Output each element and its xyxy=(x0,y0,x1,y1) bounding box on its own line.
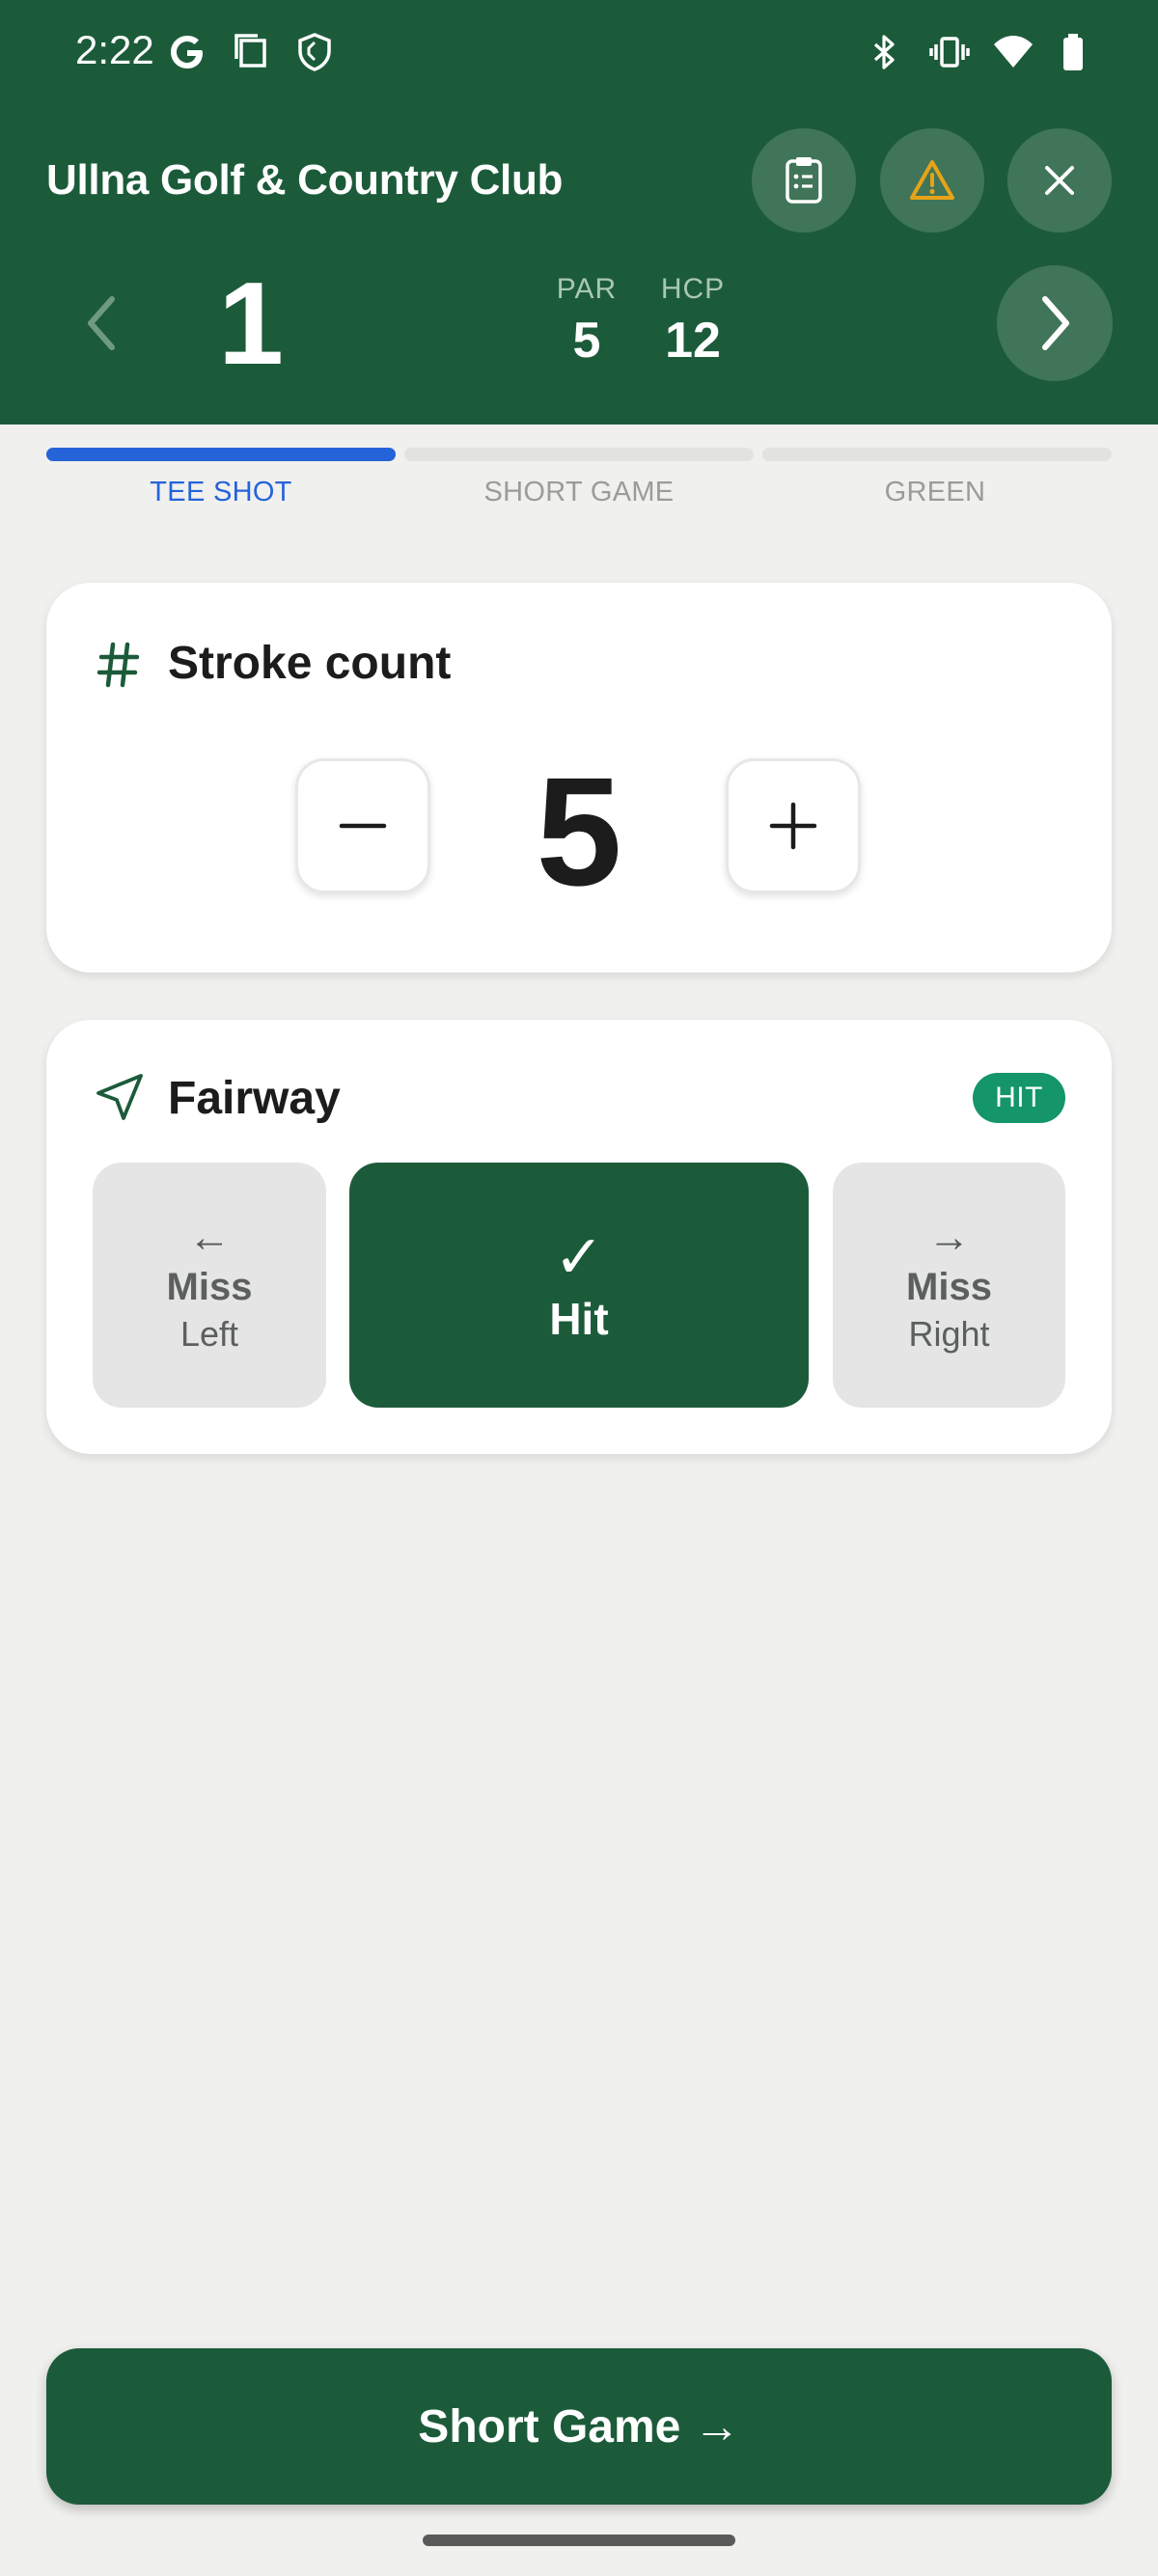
progress-fill xyxy=(46,448,396,461)
check-icon: ✓ xyxy=(554,1224,604,1291)
hcp-label: HCP xyxy=(660,273,726,305)
vibrate-icon xyxy=(928,29,971,75)
fairway-card: Fairway HIT ← Miss Left ✓ Hit → Miss Rig… xyxy=(46,1020,1112,1454)
status-time: 2:22 xyxy=(75,27,154,72)
par-label: PAR xyxy=(556,273,618,305)
plus-icon xyxy=(769,802,817,850)
close-button[interactable] xyxy=(1007,128,1112,233)
previous-hole-button[interactable] xyxy=(73,288,131,359)
report-issue-button[interactable] xyxy=(880,128,984,233)
step-green[interactable]: GREEN xyxy=(761,477,1109,508)
hash-icon xyxy=(96,642,140,688)
hit-button[interactable]: ✓ Hit xyxy=(349,1163,809,1408)
progress-segment-tee-shot xyxy=(46,448,396,461)
home-indicator[interactable] xyxy=(423,2535,735,2546)
par-stat: PAR 5 xyxy=(548,268,625,370)
miss-right-sub-label: Right xyxy=(908,1314,990,1354)
navigation-arrow-icon xyxy=(96,1074,143,1120)
shield-icon xyxy=(293,29,336,75)
decrease-strokes-button[interactable] xyxy=(295,758,430,893)
bluetooth-icon xyxy=(863,29,905,75)
stroke-count-title: Stroke count xyxy=(168,638,452,689)
header: 2:22 Ullna Golf & Country Club 1 PAR 5 H… xyxy=(0,0,1158,425)
next-hole-button[interactable] xyxy=(997,265,1113,381)
miss-left-sub-label: Left xyxy=(179,1314,239,1354)
progress-segment-short-game xyxy=(404,448,754,461)
hcp-value: 12 xyxy=(665,313,721,369)
close-icon xyxy=(1045,166,1074,195)
status-bar: 2:22 xyxy=(0,0,1158,106)
screen-icon xyxy=(230,29,272,75)
par-value: 5 xyxy=(572,313,601,369)
battery-icon xyxy=(1052,29,1094,75)
hole-number: 1 xyxy=(218,258,284,389)
google-icon xyxy=(166,29,208,75)
miss-left-label: Miss xyxy=(166,1266,253,1308)
progress-segment-green xyxy=(762,448,1112,461)
scorecard-icon xyxy=(786,157,822,204)
minus-icon xyxy=(339,823,387,829)
stroke-count-value: 5 xyxy=(536,745,622,918)
miss-right-button[interactable]: → Miss Right xyxy=(833,1163,1065,1408)
step-tee-shot[interactable]: TEE SHOT xyxy=(47,477,395,508)
next-step-button[interactable]: Short Game → xyxy=(46,2348,1112,2505)
hit-label: Hit xyxy=(549,1294,609,1344)
scorecard-button[interactable] xyxy=(752,128,856,233)
club-name: Ullna Golf & Country Club xyxy=(46,156,564,204)
increase-strokes-button[interactable] xyxy=(726,758,861,893)
chevron-left-icon xyxy=(88,296,115,350)
hcp-stat: HCP 12 xyxy=(648,268,737,370)
arrow-right-icon: → xyxy=(927,1214,971,1261)
fairway-status-badge: HIT xyxy=(973,1073,1065,1123)
arrow-left-icon: ← xyxy=(188,1214,231,1261)
fairway-title: Fairway xyxy=(168,1073,341,1124)
miss-left-button[interactable]: ← Miss Left xyxy=(93,1163,326,1408)
chevron-right-icon xyxy=(1042,296,1069,350)
warning-icon xyxy=(910,160,954,200)
wifi-icon xyxy=(992,29,1034,75)
miss-right-label: Miss xyxy=(906,1266,992,1308)
stroke-count-card: Stroke count 5 xyxy=(46,583,1112,973)
step-short-game[interactable]: SHORT GAME xyxy=(405,477,753,508)
